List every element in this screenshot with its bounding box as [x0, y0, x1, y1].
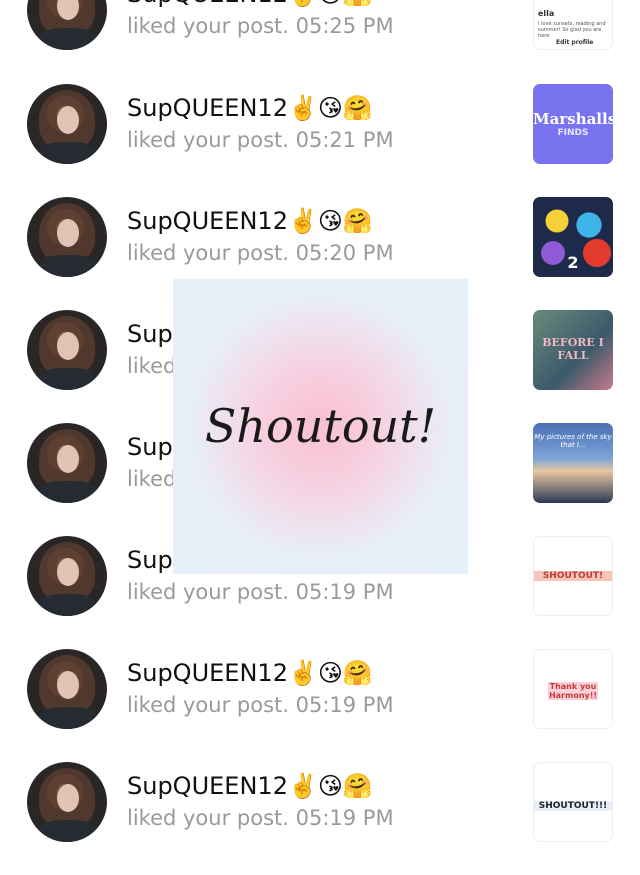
- notification-text: liked your post. 05:19 PM: [127, 580, 394, 604]
- thumb-title: BEFORE I FALL: [542, 336, 604, 362]
- thumb-title: SHOUTOUT!!!: [534, 801, 612, 811]
- post-thumbnail[interactable]: ella I love sunsets, reading and summer!…: [533, 0, 613, 50]
- avatar[interactable]: [27, 423, 107, 503]
- post-thumbnail[interactable]: Thank you Harmony!!: [533, 649, 613, 729]
- thumb-title: SHOUTOUT!: [534, 571, 612, 581]
- thumb-subtitle: FINDS: [557, 128, 589, 138]
- notification-text: liked your post. 05:25 PM: [127, 14, 394, 38]
- post-thumbnail[interactable]: BEFORE I FALL: [533, 310, 613, 390]
- post-thumbnail[interactable]: My pictures of the sky that I...: [533, 423, 613, 503]
- avatar[interactable]: [27, 84, 107, 164]
- post-thumbnail[interactable]: SHOUTOUT!!!: [533, 762, 613, 842]
- thumb-edit-profile: Edit profile: [556, 39, 594, 46]
- overlay-text: Shoutout!: [204, 399, 437, 453]
- notification-row[interactable]: SupQUEEN12✌️😘🤗 liked your post. 05:25 PM…: [0, 0, 640, 83]
- avatar[interactable]: [27, 649, 107, 729]
- username[interactable]: SupQUEEN12✌️😘🤗: [127, 0, 373, 8]
- post-thumbnail[interactable]: SHOUTOUT!: [533, 536, 613, 616]
- notification-row[interactable]: SupQUEEN12✌️😘🤗 liked your post. 05:21 PM…: [0, 84, 640, 197]
- avatar[interactable]: [27, 197, 107, 277]
- notification-row[interactable]: SupQUEEN12✌️😘🤗 liked your post. 05:19 PM…: [0, 649, 640, 762]
- thumb-name: ella: [538, 9, 555, 18]
- thumb-title: 2: [567, 253, 579, 272]
- username[interactable]: SupQUEEN12✌️😘🤗: [127, 772, 373, 800]
- notification-text: liked your post. 05:21 PM: [127, 128, 394, 152]
- username[interactable]: SupQUEEN12✌️😘🤗: [127, 207, 373, 235]
- shoutout-overlay: Shoutout!: [173, 279, 468, 574]
- post-thumbnail[interactable]: Marshalls FINDS: [533, 84, 613, 164]
- notification-row[interactable]: SupQUEEN12✌️😘🤗 liked your post. 05:19 PM…: [0, 762, 640, 875]
- notification-text: liked your post. 05:20 PM: [127, 241, 394, 265]
- thumb-title: Marshalls: [533, 110, 613, 128]
- avatar[interactable]: [27, 536, 107, 616]
- post-thumbnail[interactable]: 2: [533, 197, 613, 277]
- notification-text: liked your post. 05:19 PM: [127, 693, 394, 717]
- notification-text: liked your post. 05:19 PM: [127, 806, 394, 830]
- avatar[interactable]: [27, 0, 107, 50]
- avatar[interactable]: [27, 762, 107, 842]
- username[interactable]: SupQUEEN12✌️😘🤗: [127, 94, 373, 122]
- avatar[interactable]: [27, 310, 107, 390]
- thumb-title: My pictures of the sky that I...: [534, 433, 612, 449]
- thumb-bio: I love sunsets, reading and summer! So g…: [538, 21, 606, 39]
- thumb-title: Thank you Harmony!!: [548, 682, 598, 700]
- username[interactable]: SupQUEEN12✌️😘🤗: [127, 659, 373, 687]
